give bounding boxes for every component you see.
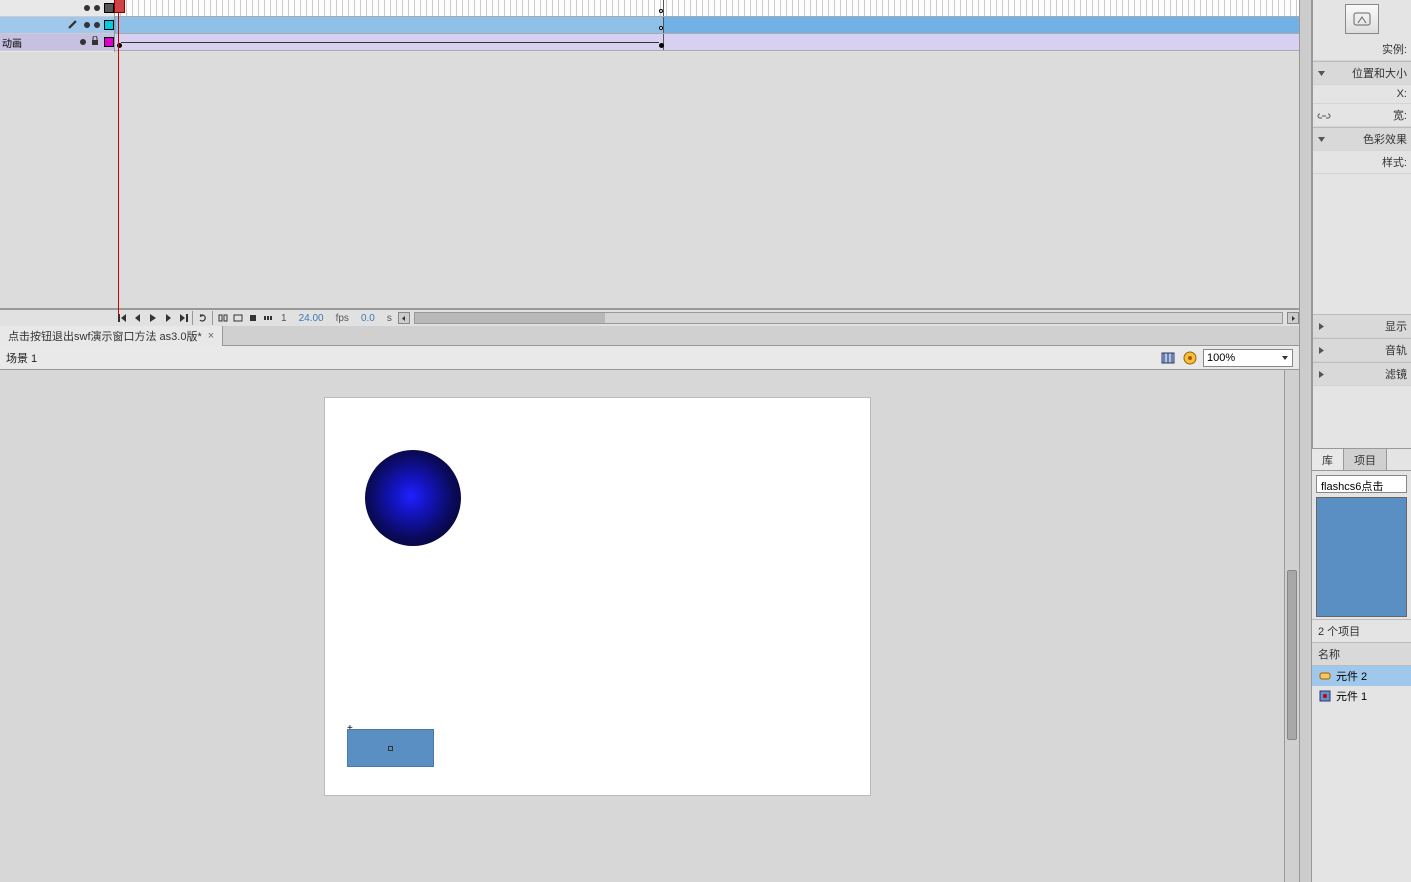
time-value: 0.0 — [361, 313, 375, 324]
frame-row[interactable] — [115, 17, 1299, 34]
x-label: X: — [1397, 88, 1407, 100]
stage-button-symbol[interactable] — [347, 729, 434, 767]
layer-color[interactable] — [104, 37, 114, 47]
layer-list: 动画 — [0, 0, 115, 53]
frame-row[interactable] — [115, 0, 1299, 17]
dot-icon — [94, 5, 100, 11]
scrollbar-thumb[interactable] — [415, 313, 605, 323]
fps-unit: fps — [336, 313, 349, 324]
swap-button[interactable] — [1345, 4, 1379, 34]
library-panel: 库 项目 flashcs6点击 2 个项目 名称 元件 2 元件 1 — [1312, 448, 1411, 882]
tab-project[interactable]: 项目 — [1344, 449, 1387, 470]
frames-area[interactable] — [115, 0, 1299, 53]
library-item-name: 元件 2 — [1336, 668, 1367, 684]
layer-row[interactable]: 动画 — [0, 34, 114, 51]
layer-row[interactable] — [0, 17, 114, 34]
timeline-empty-area — [0, 52, 1299, 309]
next-frame-button[interactable] — [160, 311, 175, 325]
scrollbar-thumb[interactable] — [1287, 570, 1297, 740]
filter-label: 滤镜 — [1385, 366, 1407, 382]
section-display[interactable]: 显示 — [1313, 314, 1411, 338]
dot-icon — [84, 22, 90, 28]
stage-area[interactable]: + — [0, 370, 1299, 882]
document-tab[interactable]: 点击按钮退出swf演示窗口方法 as3.0版* × — [0, 326, 223, 346]
edit-scene-icon[interactable] — [1159, 349, 1177, 367]
zoom-select[interactable]: 100% — [1203, 349, 1293, 367]
scroll-right-button[interactable] — [1287, 312, 1299, 324]
button-symbol-icon — [1318, 669, 1332, 683]
movieclip-symbol-icon — [1318, 689, 1332, 703]
section-filter[interactable]: 滤镜 — [1313, 362, 1411, 386]
width-label: 宽: — [1393, 107, 1407, 123]
color-effect-label: 色彩效果 — [1363, 131, 1407, 147]
layer-row[interactable] — [0, 0, 114, 17]
stage-vertical-scrollbar[interactable] — [1284, 370, 1299, 882]
library-item[interactable]: 元件 2 — [1312, 666, 1411, 686]
link-icon[interactable] — [1317, 111, 1331, 119]
chevron-right-icon — [1317, 370, 1326, 379]
playhead[interactable] — [118, 0, 119, 316]
display-label: 显示 — [1385, 318, 1407, 334]
chevron-down-icon — [1317, 135, 1326, 144]
library-preview — [1316, 497, 1407, 617]
dot-icon — [80, 39, 86, 45]
frame-row[interactable] — [115, 34, 1299, 51]
layer-color[interactable] — [104, 20, 114, 30]
style-label: 样式: — [1382, 154, 1407, 170]
prev-frame-button[interactable] — [130, 311, 145, 325]
timeline-controls: 1 24.00 fps 0.0 s — [0, 309, 1299, 327]
zoom-value: 100% — [1207, 352, 1235, 364]
library-item-count: 2 个项目 — [1312, 619, 1411, 642]
timeline-panel: 动画 — [0, 0, 1299, 53]
pencil-icon — [67, 17, 80, 33]
library-item-name: 元件 1 — [1336, 688, 1367, 704]
last-frame-button[interactable] — [175, 311, 190, 325]
section-audio[interactable]: 音轨 — [1313, 338, 1411, 362]
play-button[interactable] — [145, 311, 160, 325]
chevron-down-icon — [1317, 69, 1326, 78]
instance-label: 实例: — [1382, 41, 1407, 57]
layer-color[interactable] — [104, 3, 114, 13]
section-color-effect[interactable]: 色彩效果 — [1313, 127, 1411, 151]
close-icon[interactable]: × — [208, 330, 214, 342]
time-unit: s — [387, 313, 392, 324]
edit-multiple-frames-button[interactable] — [245, 311, 260, 325]
tab-library[interactable]: 库 — [1312, 449, 1344, 470]
chevron-down-icon — [1281, 354, 1289, 362]
chevron-right-icon — [1317, 346, 1326, 355]
section-pos-size[interactable]: 位置和大小 — [1313, 61, 1411, 85]
timeline-scrollbar[interactable] — [414, 312, 1283, 324]
library-column-name[interactable]: 名称 — [1312, 642, 1411, 666]
stage-canvas[interactable]: + — [325, 398, 870, 795]
fps-value[interactable]: 24.00 — [299, 313, 324, 324]
scene-label: 场景 1 — [6, 350, 1155, 366]
lock-icon — [90, 36, 100, 49]
edit-symbol-icon[interactable] — [1181, 349, 1199, 367]
dot-icon — [84, 5, 90, 11]
stage-ball-graphic[interactable] — [365, 450, 461, 546]
library-document-select[interactable]: flashcs6点击 — [1316, 475, 1407, 493]
onion-markers-button[interactable] — [260, 311, 275, 325]
dot-icon — [94, 22, 100, 28]
onion-skin-outline-button[interactable] — [230, 311, 245, 325]
center-point-icon — [388, 746, 393, 751]
document-tab-bar: 点击按钮退出swf演示窗口方法 as3.0版* × — [0, 326, 1299, 346]
loop-button[interactable] — [195, 311, 210, 325]
scene-bar: 场景 1 100% — [0, 346, 1299, 370]
onion-skin-button[interactable] — [215, 311, 230, 325]
layer-name: 动画 — [2, 35, 76, 50]
library-item[interactable]: 元件 1 — [1312, 686, 1411, 706]
current-frame: 1 — [281, 313, 287, 324]
scroll-left-button[interactable] — [398, 312, 410, 324]
audio-label: 音轨 — [1385, 342, 1407, 358]
panel-resize-grip[interactable] — [1299, 0, 1312, 882]
document-title: 点击按钮退出swf演示窗口方法 as3.0版* — [8, 328, 202, 344]
chevron-right-icon — [1317, 322, 1326, 331]
pos-size-label: 位置和大小 — [1352, 65, 1407, 81]
